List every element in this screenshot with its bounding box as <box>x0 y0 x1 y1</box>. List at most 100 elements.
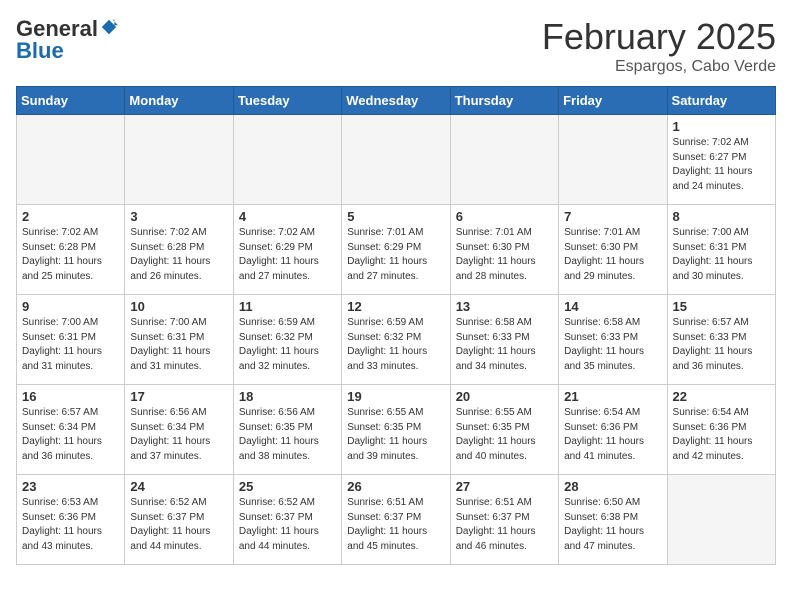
day-number: 26 <box>347 479 444 494</box>
calendar-cell: 21 Sunrise: 6:54 AMSunset: 6:36 PMDayligh… <box>559 385 667 475</box>
calendar-cell: 15 Sunrise: 6:57 AMSunset: 6:33 PMDayligh… <box>667 295 775 385</box>
calendar-cell <box>559 115 667 205</box>
weekday-header-sunday: Sunday <box>17 87 125 115</box>
calendar-cell <box>125 115 233 205</box>
calendar-cell: 9 Sunrise: 7:00 AMSunset: 6:31 PMDaylight… <box>17 295 125 385</box>
weekday-header-tuesday: Tuesday <box>233 87 341 115</box>
week-row-5: 23Sunrise: 6:53 AMSunset: 6:36 PMDayligh… <box>17 475 776 565</box>
calendar-cell: 11 Sunrise: 6:59 AMSunset: 6:32 PMDayligh… <box>233 295 341 385</box>
day-number: 21 <box>564 389 661 404</box>
day-number: 8 <box>673 209 770 224</box>
day-info: Sunrise: 6:54 AMSunset: 6:36 PMDaylight:… <box>673 406 770 464</box>
calendar-table: SundayMondayTuesdayWednesdayThursdayFrid… <box>16 86 776 565</box>
calendar-cell: 26 Sunrise: 6:51 AMSunset: 6:37 PMDayligh… <box>342 475 450 565</box>
day-number: 27 <box>456 479 553 494</box>
calendar-cell: 2 Sunrise: 7:02 AMSunset: 6:28 PMDaylight… <box>17 205 125 295</box>
day-number: 13 <box>456 299 553 314</box>
weekday-header-friday: Friday <box>559 87 667 115</box>
day-number: 1 <box>673 119 770 134</box>
week-row-3: 9 Sunrise: 7:00 AMSunset: 6:31 PMDaylight… <box>17 295 776 385</box>
day-info: Sunrise: 6:59 AMSunset: 6:32 PMDaylight:… <box>239 316 336 374</box>
day-info: Sunrise: 6:55 AMSunset: 6:35 PMDaylight:… <box>456 406 553 464</box>
day-info: Sunrise: 6:50 AMSunset: 6:38 PMDaylight:… <box>564 496 661 554</box>
day-info: Sunrise: 7:00 AMSunset: 6:31 PMDaylight:… <box>22 316 119 374</box>
day-info: Sunrise: 6:58 AMSunset: 6:33 PMDaylight:… <box>456 316 553 374</box>
calendar-cell: 10 Sunrise: 7:00 AMSunset: 6:31 PMDayligh… <box>125 295 233 385</box>
calendar-subtitle: Espargos, Cabo Verde <box>542 58 776 76</box>
day-info: Sunrise: 6:52 AMSunset: 6:37 PMDaylight:… <box>239 496 336 554</box>
day-number: 7 <box>564 209 661 224</box>
calendar-cell: 14 Sunrise: 6:58 AMSunset: 6:33 PMDayligh… <box>559 295 667 385</box>
day-info: Sunrise: 6:56 AMSunset: 6:34 PMDaylight:… <box>130 406 227 464</box>
day-number: 2 <box>22 209 119 224</box>
day-number: 5 <box>347 209 444 224</box>
day-number: 6 <box>456 209 553 224</box>
calendar-cell: 16 Sunrise: 6:57 AMSunset: 6:34 PMDayligh… <box>17 385 125 475</box>
day-info: Sunrise: 6:56 AMSunset: 6:35 PMDaylight:… <box>239 406 336 464</box>
day-info: Sunrise: 6:57 AMSunset: 6:33 PMDaylight:… <box>673 316 770 374</box>
day-number: 19 <box>347 389 444 404</box>
day-number: 22 <box>673 389 770 404</box>
day-number: 9 <box>22 299 119 314</box>
day-info: Sunrise: 7:02 AMSunset: 6:28 PMDaylight:… <box>130 226 227 284</box>
calendar-cell: 1 Sunrise: 7:02 AMSunset: 6:27 PMDaylight… <box>667 115 775 205</box>
day-info: Sunrise: 7:01 AMSunset: 6:30 PMDaylight:… <box>456 226 553 284</box>
day-info: Sunrise: 6:54 AMSunset: 6:36 PMDaylight:… <box>564 406 661 464</box>
day-number: 11 <box>239 299 336 314</box>
title-section: February 2025 Espargos, Cabo Verde <box>542 16 776 76</box>
day-info: Sunrise: 7:00 AMSunset: 6:31 PMDaylight:… <box>673 226 770 284</box>
weekday-header-wednesday: Wednesday <box>342 87 450 115</box>
calendar-cell: 18 Sunrise: 6:56 AMSunset: 6:35 PMDayligh… <box>233 385 341 475</box>
day-number: 18 <box>239 389 336 404</box>
calendar-cell <box>450 115 558 205</box>
logo: General Blue <box>16 16 118 64</box>
day-info: Sunrise: 7:02 AMSunset: 6:27 PMDaylight:… <box>673 136 770 194</box>
calendar-cell: 12 Sunrise: 6:59 AMSunset: 6:32 PMDayligh… <box>342 295 450 385</box>
calendar-cell: 19 Sunrise: 6:55 AMSunset: 6:35 PMDayligh… <box>342 385 450 475</box>
day-number: 14 <box>564 299 661 314</box>
day-info: Sunrise: 6:58 AMSunset: 6:33 PMDaylight:… <box>564 316 661 374</box>
day-info: Sunrise: 6:51 AMSunset: 6:37 PMDaylight:… <box>456 496 553 554</box>
day-info: Sunrise: 7:01 AMSunset: 6:29 PMDaylight:… <box>347 226 444 284</box>
calendar-cell: 20 Sunrise: 6:55 AMSunset: 6:35 PMDayligh… <box>450 385 558 475</box>
calendar-cell: 22 Sunrise: 6:54 AMSunset: 6:36 PMDayligh… <box>667 385 775 475</box>
day-info: Sunrise: 7:02 AMSunset: 6:29 PMDaylight:… <box>239 226 336 284</box>
calendar-cell: 7 Sunrise: 7:01 AMSunset: 6:30 PMDaylight… <box>559 205 667 295</box>
day-info: Sunrise: 6:51 AMSunset: 6:37 PMDaylight:… <box>347 496 444 554</box>
calendar-cell <box>233 115 341 205</box>
day-info: Sunrise: 7:02 AMSunset: 6:28 PMDaylight:… <box>22 226 119 284</box>
weekday-header-saturday: Saturday <box>667 87 775 115</box>
logo-icon <box>100 18 118 36</box>
calendar-cell <box>17 115 125 205</box>
day-info: Sunrise: 6:59 AMSunset: 6:32 PMDaylight:… <box>347 316 444 374</box>
calendar-cell: 24Sunrise: 6:52 AMSunset: 6:37 PMDayligh… <box>125 475 233 565</box>
page-header: General Blue February 2025 Espargos, Cab… <box>16 16 776 76</box>
calendar-cell: 13 Sunrise: 6:58 AMSunset: 6:33 PMDayligh… <box>450 295 558 385</box>
calendar-cell <box>342 115 450 205</box>
calendar-title: February 2025 <box>542 16 776 58</box>
calendar-cell: 5 Sunrise: 7:01 AMSunset: 6:29 PMDaylight… <box>342 205 450 295</box>
calendar-cell <box>667 475 775 565</box>
day-info: Sunrise: 7:01 AMSunset: 6:30 PMDaylight:… <box>564 226 661 284</box>
calendar-cell: 27 Sunrise: 6:51 AMSunset: 6:37 PMDayligh… <box>450 475 558 565</box>
day-number: 15 <box>673 299 770 314</box>
day-number: 24 <box>130 479 227 494</box>
day-number: 10 <box>130 299 227 314</box>
day-number: 20 <box>456 389 553 404</box>
calendar-cell: 28Sunrise: 6:50 AMSunset: 6:38 PMDayligh… <box>559 475 667 565</box>
day-number: 16 <box>22 389 119 404</box>
day-info: Sunrise: 6:55 AMSunset: 6:35 PMDaylight:… <box>347 406 444 464</box>
day-number: 25 <box>239 479 336 494</box>
calendar-cell: 6 Sunrise: 7:01 AMSunset: 6:30 PMDaylight… <box>450 205 558 295</box>
day-info: Sunrise: 7:00 AMSunset: 6:31 PMDaylight:… <box>130 316 227 374</box>
day-number: 3 <box>130 209 227 224</box>
calendar-cell: 23Sunrise: 6:53 AMSunset: 6:36 PMDayligh… <box>17 475 125 565</box>
week-row-2: 2 Sunrise: 7:02 AMSunset: 6:28 PMDaylight… <box>17 205 776 295</box>
calendar-cell: 25 Sunrise: 6:52 AMSunset: 6:37 PMDayligh… <box>233 475 341 565</box>
day-number: 12 <box>347 299 444 314</box>
calendar-cell: 8 Sunrise: 7:00 AMSunset: 6:31 PMDaylight… <box>667 205 775 295</box>
day-info: Sunrise: 6:57 AMSunset: 6:34 PMDaylight:… <box>22 406 119 464</box>
weekday-header-thursday: Thursday <box>450 87 558 115</box>
day-number: 17 <box>130 389 227 404</box>
week-row-4: 16 Sunrise: 6:57 AMSunset: 6:34 PMDayligh… <box>17 385 776 475</box>
